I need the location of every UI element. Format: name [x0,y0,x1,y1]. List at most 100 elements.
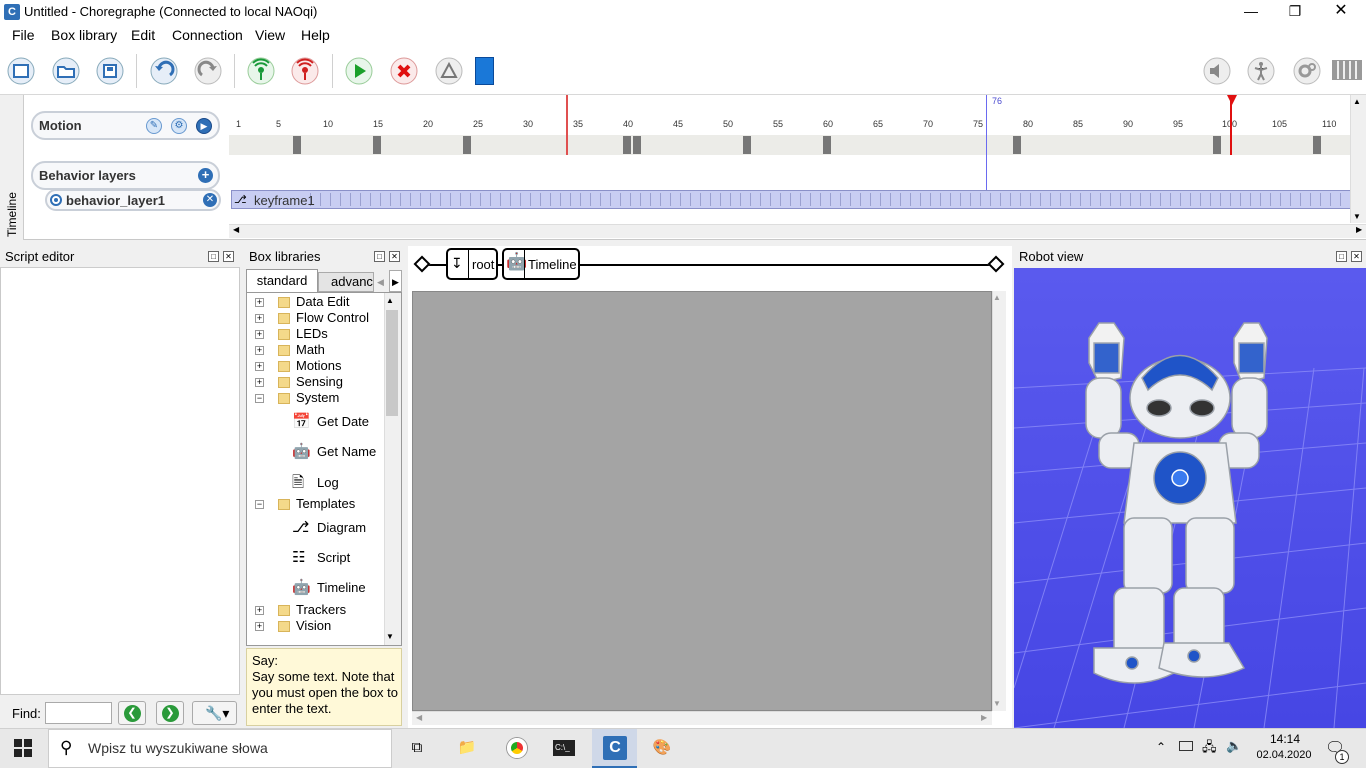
tray-chevron-icon[interactable]: ⌃ [1156,740,1166,754]
scroll-right-icon[interactable]: ▶ [1356,225,1362,234]
box-tree-item[interactable]: ⎇ Diagram [292,518,366,536]
clock-time[interactable]: 14:14 [1260,732,1310,746]
disconnect-button[interactable] [290,56,320,86]
find-options-button[interactable]: 🔧▾ [192,701,237,725]
close-panel-icon[interactable]: ✕ [1351,251,1362,262]
expand-toggle-icon[interactable]: + [255,378,264,388]
volume-tray-icon[interactable]: 🔈 [1226,738,1242,754]
box-tree-item[interactable]: 📅 Get Date [292,412,369,430]
box-tree-item[interactable]: + Motions [255,358,342,374]
motion-keyframe[interactable] [463,136,471,154]
playhead-marker[interactable] [566,95,568,155]
motion-keyframe[interactable] [1013,136,1021,154]
expand-toggle-icon[interactable]: + [255,606,264,616]
expand-toggle-icon[interactable]: + [255,330,264,340]
menu-edit[interactable]: Edit [131,27,155,43]
debug-button[interactable] [434,56,464,86]
motion-keyframe[interactable] [623,136,631,154]
remove-layer-icon[interactable]: ✕ [203,193,217,207]
save-project-button[interactable] [95,56,125,86]
scroll-down-icon[interactable]: ▼ [1353,212,1361,221]
robot-3d-view[interactable] [1014,268,1366,728]
close-window-button[interactable]: ✕ [1318,0,1364,24]
expand-toggle-icon[interactable]: + [255,622,264,632]
expand-toggle-icon[interactable]: + [255,314,264,324]
find-prev-button[interactable]: ❮ [118,701,146,725]
undo-button[interactable] [149,56,179,86]
tab-advanced[interactable]: advance [318,272,374,292]
close-panel-icon[interactable]: ✕ [223,251,234,262]
connect-button[interactable] [246,56,276,86]
box-tree-item[interactable]: + Vision [255,618,331,634]
edit-motion-icon[interactable]: ✎ [146,118,162,134]
robot-posture-icon[interactable] [1246,56,1276,86]
scroll-down-icon[interactable]: ▼ [386,632,394,641]
motion-settings-icon[interactable]: ⚙ [171,118,187,134]
expand-toggle-icon[interactable]: − [255,500,264,510]
box-tree-item[interactable]: + Sensing [255,374,343,390]
battery-tray-icon[interactable] [1179,741,1193,751]
motion-keyframe[interactable] [1313,136,1321,154]
speaker-icon[interactable] [1202,56,1232,86]
scroll-thumb[interactable] [386,310,398,416]
expand-toggle-icon[interactable]: − [255,394,264,404]
box-tree-item[interactable]: + Data Edit [255,294,349,310]
expand-toggle-icon[interactable]: + [255,346,264,356]
motion-keyframe[interactable] [1213,136,1221,154]
find-input[interactable] [45,702,112,724]
tab-scroll-left-icon[interactable]: ◀ [374,272,387,292]
box-tree-item[interactable]: − System [255,390,339,406]
volume-slider-block[interactable] [475,57,494,85]
menu-connection[interactable]: Connection [172,27,243,43]
tab-scroll-right-icon[interactable]: ▶ [389,270,402,292]
windows-start-icon[interactable] [14,739,32,757]
file-explorer-icon[interactable]: 📁 [450,733,484,763]
minimize-button[interactable]: — [1228,0,1274,24]
find-next-button[interactable]: ❯ [156,701,184,725]
scroll-left-icon[interactable]: ◀ [233,225,239,234]
scroll-down-icon[interactable]: ▼ [993,699,1001,708]
motion-keyframe[interactable] [633,136,641,154]
play-motion-icon[interactable]: ▶ [196,118,212,134]
diagram-hscroll[interactable] [412,711,992,725]
motion-keyframe[interactable] [743,136,751,154]
box-tree-item[interactable]: + Flow Control [255,310,369,326]
box-tree-item[interactable]: 🤖 Get Name [292,442,376,460]
network-tray-icon[interactable]: 🖧 [1202,738,1217,760]
layer-radio-icon[interactable] [50,194,62,206]
new-project-button[interactable] [6,56,36,86]
diagram-vscroll[interactable] [992,291,1006,711]
scroll-up-icon[interactable]: ▲ [993,293,1001,302]
maximize-button[interactable]: ❐ [1272,0,1318,24]
tab-standard[interactable]: standard [246,269,318,292]
scroll-left-icon[interactable]: ◀ [416,713,422,722]
box-tree-item[interactable]: + Trackers [255,602,346,618]
box-tree-item[interactable]: + LEDs [255,326,328,342]
motion-keyframe[interactable] [373,136,381,154]
stop-button[interactable] [389,56,419,86]
undock-icon[interactable]: □ [1336,251,1347,262]
motion-keyframe-track[interactable] [229,135,1350,155]
terminal-icon[interactable]: C:\_ [547,733,581,763]
motion-keyframe[interactable] [293,136,301,154]
box-tree-item[interactable]: + Math [255,342,325,358]
end-marker-handle[interactable] [1227,95,1237,105]
box-tree-item[interactable]: 🗎 Log [292,472,339,491]
undock-icon[interactable]: □ [208,251,219,262]
play-button[interactable] [344,56,374,86]
box-tree-item[interactable]: 🤖 Timeline [292,578,366,596]
scroll-right-icon[interactable]: ▶ [981,713,987,722]
box-tree-item[interactable]: ☷ Script [292,548,350,566]
timeline-hscroll[interactable] [229,224,1366,238]
add-layer-icon[interactable]: + [198,168,213,183]
box-tree-item[interactable]: − Templates [255,496,355,512]
menu-view[interactable]: View [255,27,285,43]
close-panel-icon[interactable]: ✕ [389,251,400,262]
clock-date[interactable]: 02.04.2020 [1252,749,1316,761]
chrome-icon[interactable] [500,733,534,763]
menu-help[interactable]: Help [301,27,330,43]
scroll-up-icon[interactable]: ▲ [1353,97,1361,106]
redo-button[interactable] [193,56,223,86]
motion-keyframe[interactable] [823,136,831,154]
menu-box-library[interactable]: Box library [51,27,117,43]
